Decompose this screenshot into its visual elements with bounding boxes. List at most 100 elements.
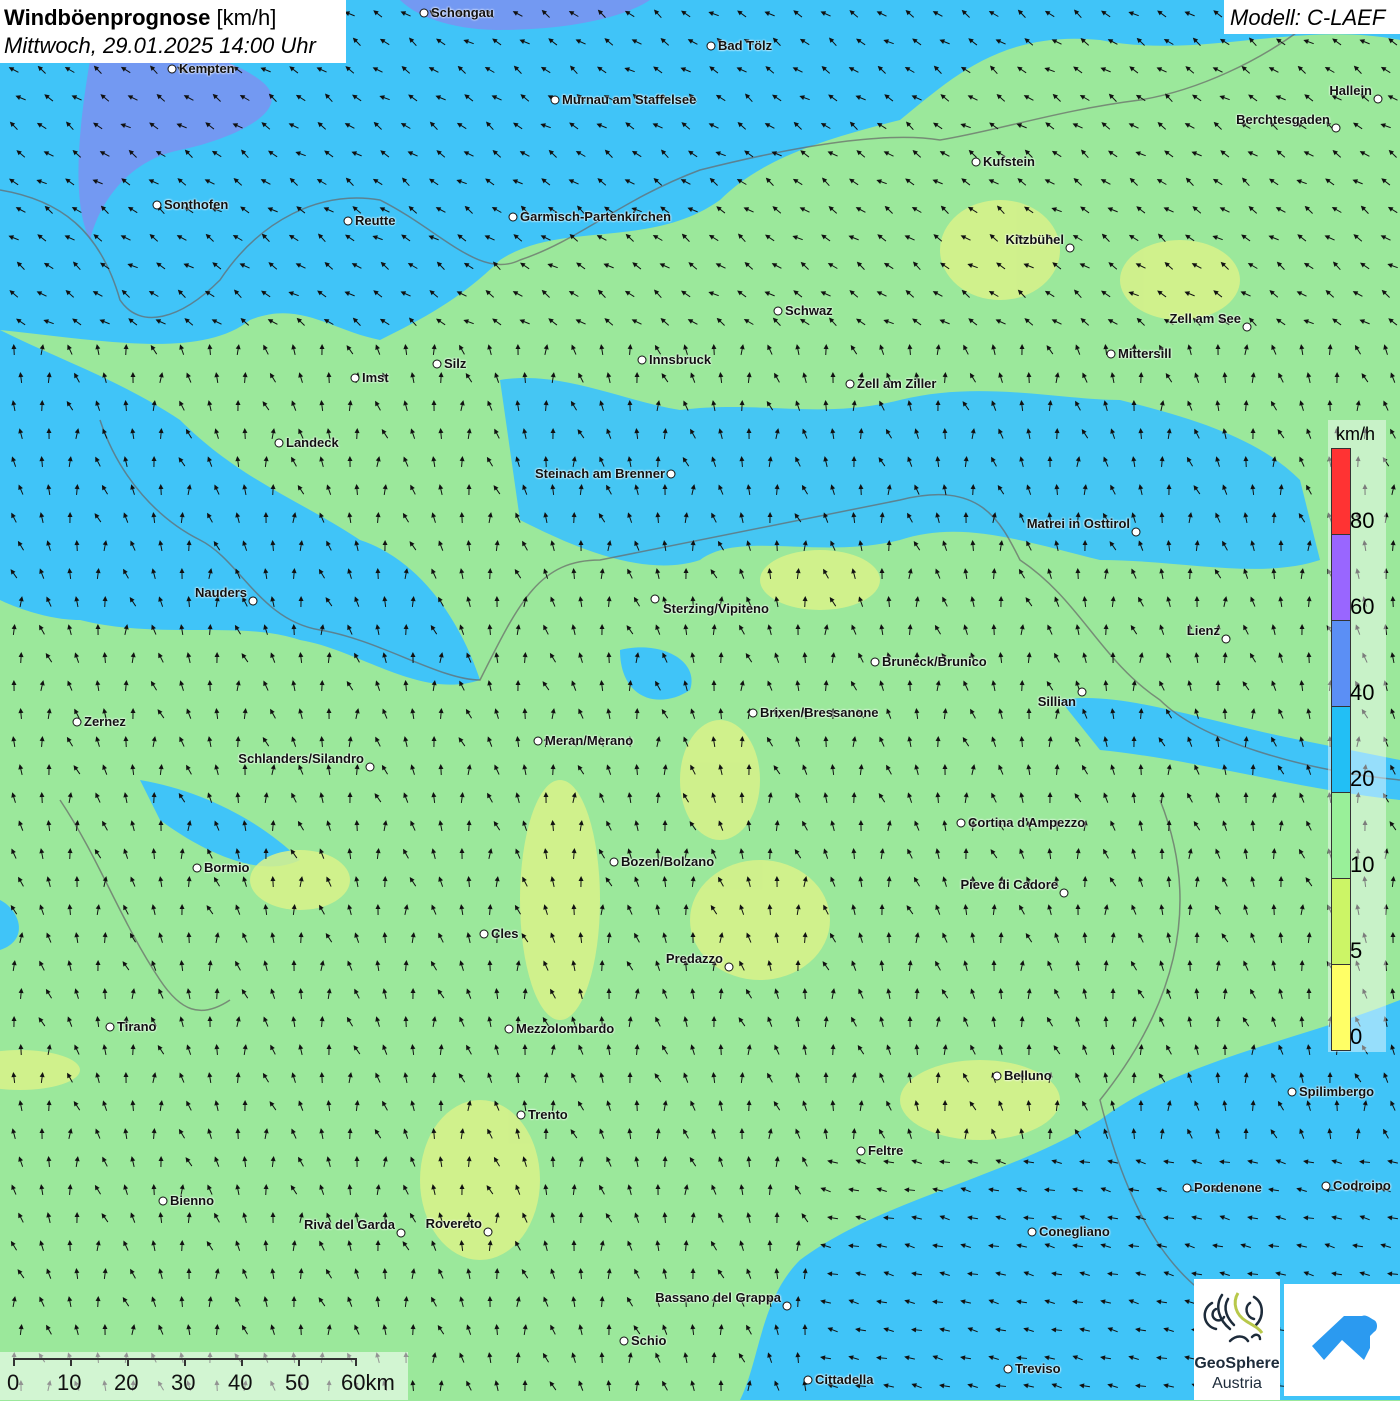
city-label: Brixen/Bressanone <box>760 705 879 720</box>
city-marker <box>551 96 560 105</box>
city-label: Silz <box>444 356 466 371</box>
city-label: Trento <box>528 1107 568 1122</box>
city-marker <box>707 42 716 51</box>
city-marker <box>106 1023 115 1032</box>
city-label: Landeck <box>286 435 339 450</box>
city-label: Kempten <box>179 61 235 76</box>
logo-text: GeoSphere <box>1194 1355 1280 1373</box>
title-box: Windböenprognose [km/h] Mittwoch, 29.01.… <box>0 0 346 63</box>
city-marker <box>749 709 758 718</box>
city-marker <box>1004 1365 1013 1374</box>
city-label: Zell am Ziller <box>857 376 936 391</box>
city-marker <box>620 1337 629 1346</box>
city-marker <box>1107 350 1116 359</box>
model-box: Modell: C-LAEF <box>1224 0 1400 34</box>
city-marker <box>397 1229 406 1238</box>
city-label: Zernez <box>84 714 126 729</box>
city-marker <box>774 307 783 316</box>
city-label: Bozen/Bolzano <box>621 854 714 869</box>
title-unit: [km/h] <box>216 5 276 30</box>
city-marker <box>249 597 258 606</box>
city-label: Riva del Garda <box>304 1217 395 1232</box>
city-marker <box>1243 323 1252 332</box>
city-label: Bienno <box>170 1193 214 1208</box>
city-label: Bormio <box>204 860 250 875</box>
city-marker <box>725 963 734 972</box>
scale-label: 50 <box>285 1370 309 1396</box>
city-marker <box>1332 124 1341 133</box>
scale-label: 0 <box>7 1370 19 1396</box>
city-label: Imst <box>362 370 389 385</box>
legend-swatch-10-20 <box>1331 792 1351 879</box>
forecast-datetime: Mittwoch, 29.01.2025 14:00 Uhr <box>4 33 316 59</box>
city-label: Matrei in Osttirol <box>1027 516 1130 531</box>
geosphere-logo-icon <box>1194 1279 1280 1359</box>
city-label: Predazzo <box>666 951 723 966</box>
city-marker <box>1066 244 1075 253</box>
legend-tick: 0 <box>1350 1024 1362 1050</box>
scale-tick <box>70 1358 72 1366</box>
city-marker <box>159 1197 168 1206</box>
city-label: Kufstein <box>983 154 1035 169</box>
city-label: Rovereto <box>426 1216 482 1231</box>
city-marker <box>1322 1182 1331 1191</box>
legend-swatch-40-60 <box>1331 620 1351 707</box>
city-label: Steinach am Brenner <box>535 466 665 481</box>
city-label: Schongau <box>431 5 494 20</box>
city-marker <box>610 858 619 867</box>
legend-swatch-5-10 <box>1331 878 1351 965</box>
legend-unit: km/h <box>1336 424 1375 445</box>
city-marker <box>480 930 489 939</box>
city-label: Cittadella <box>815 1372 874 1387</box>
city-marker <box>783 1302 792 1311</box>
city-marker <box>1183 1184 1192 1193</box>
scale-label: 40 <box>228 1370 252 1396</box>
city-marker <box>193 864 202 873</box>
city-marker <box>153 201 162 210</box>
scale-label: 60km <box>341 1370 395 1396</box>
city-label: Mittersill <box>1118 346 1171 361</box>
city-marker <box>1028 1228 1037 1237</box>
city-label: Codroipo <box>1333 1178 1391 1193</box>
scale-tick <box>355 1358 357 1366</box>
city-label: Mezzolombardo <box>516 1021 614 1036</box>
legend-tick: 40 <box>1350 680 1374 706</box>
city-label: Schlanders/Silandro <box>238 751 364 766</box>
legend-tick: 20 <box>1350 766 1374 792</box>
legend-swatch-0-5 <box>1331 964 1351 1051</box>
city-label: Cortina d'Ampezzo <box>968 815 1085 830</box>
city-label: Zell am See <box>1169 311 1241 326</box>
city-label: Sonthofen <box>164 197 228 212</box>
scale-tick <box>298 1358 300 1366</box>
city-marker <box>517 1111 526 1120</box>
city-label: Treviso <box>1015 1361 1061 1376</box>
app-logo[interactable] <box>1284 1284 1400 1396</box>
city-label: Belluno <box>1004 1068 1052 1083</box>
color-legend: km/h 80 60 40 20 10 5 0 <box>1328 420 1386 1052</box>
geosphere-austria-logo[interactable]: GeoSphere Austria <box>1194 1279 1280 1400</box>
scale-tick <box>184 1358 186 1366</box>
city-marker <box>484 1228 493 1237</box>
city-label: Hallein <box>1329 83 1372 98</box>
logo-text: Austria <box>1194 1375 1280 1393</box>
city-marker <box>957 819 966 828</box>
city-label: Murnau am Staffelsee <box>562 92 696 107</box>
city-marker <box>73 718 82 727</box>
city-label: Sillian <box>1038 694 1076 709</box>
city-label: Lienz <box>1187 623 1220 638</box>
city-label: Spilimbergo <box>1299 1084 1374 1099</box>
legend-tick: 80 <box>1350 508 1374 534</box>
mountain-cloud-logo-icon <box>1284 1284 1400 1396</box>
scale-tick <box>127 1358 129 1366</box>
city-marker <box>351 374 360 383</box>
scale-bar: 0 10 20 30 40 50 60km <box>0 1352 408 1400</box>
city-marker <box>534 737 543 746</box>
scale-tick <box>13 1358 15 1366</box>
legend-tick: 10 <box>1350 852 1374 878</box>
city-marker <box>275 439 284 448</box>
city-label: Pordenone <box>1194 1180 1262 1195</box>
city-marker <box>638 356 647 365</box>
city-marker <box>871 658 880 667</box>
city-marker <box>804 1376 813 1385</box>
city-label: Feltre <box>868 1143 903 1158</box>
